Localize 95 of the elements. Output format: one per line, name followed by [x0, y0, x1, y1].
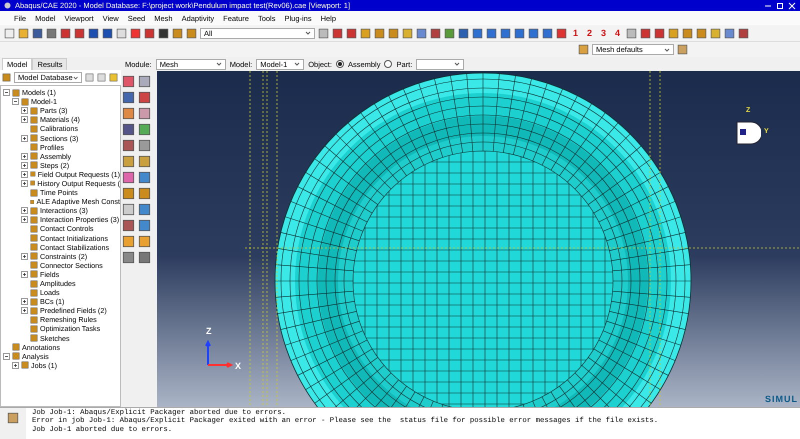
toolbar-icon[interactable] — [668, 28, 680, 38]
tool-icon[interactable] — [122, 75, 135, 88]
toolbar-icon[interactable] — [654, 28, 666, 38]
caret-icon — [454, 61, 460, 67]
toolbar-icon[interactable] — [186, 28, 197, 38]
toolbar-icon[interactable] — [116, 28, 127, 38]
toolbar-icon[interactable] — [74, 28, 85, 38]
toolbar-icon[interactable] — [374, 28, 385, 38]
radio-button[interactable] — [336, 60, 344, 68]
toolbar-icon[interactable] — [346, 28, 357, 38]
expand-box[interactable] — [21, 107, 28, 114]
caret-icon — [216, 61, 222, 67]
expand-box[interactable] — [21, 216, 28, 224]
expand-box[interactable] — [21, 270, 28, 278]
toolbar-icon[interactable] — [416, 28, 427, 38]
axis-label: Z — [206, 326, 212, 336]
tool-icon[interactable] — [138, 251, 151, 264]
caret-icon — [294, 61, 300, 67]
toolbar-icon[interactable] — [4, 28, 15, 38]
toolbar-icon[interactable] — [444, 28, 455, 38]
toolbar-icon[interactable] — [388, 28, 399, 38]
toolbar-icon[interactable] — [130, 28, 141, 38]
tool-icon[interactable] — [138, 203, 151, 216]
expand-box[interactable] — [12, 362, 19, 369]
tool-icon[interactable] — [138, 75, 151, 88]
toolbar-icon[interactable] — [332, 28, 343, 38]
expand-box[interactable] — [21, 134, 28, 142]
tool-icon[interactable] — [122, 219, 135, 232]
caret-icon — [72, 74, 78, 80]
tool-icon[interactable] — [138, 219, 151, 232]
expand-box[interactable] — [21, 307, 28, 314]
caret-icon — [664, 46, 670, 52]
tool-icon[interactable] — [138, 107, 151, 120]
caret-icon — [305, 30, 311, 36]
tool-icon[interactable] — [122, 251, 135, 264]
collapse-box[interactable] — [3, 89, 10, 96]
view-cube-icon[interactable] — [735, 120, 761, 146]
expand-box[interactable] — [21, 116, 28, 124]
toolbar-icon[interactable] — [60, 28, 71, 38]
toolbar-icon[interactable] — [46, 28, 57, 38]
toolbar-icon[interactable] — [738, 28, 750, 38]
tool-icon[interactable] — [122, 91, 135, 104]
toolbar-icon[interactable] — [172, 28, 183, 38]
maximize-icon[interactable] — [776, 2, 784, 10]
viewport-number-button[interactable]: 4 — [612, 28, 624, 38]
radio-button[interactable] — [384, 60, 392, 68]
toolbar-icon[interactable] — [682, 28, 694, 38]
toolbar-icon[interactable] — [430, 28, 441, 38]
tool-icon[interactable] — [138, 155, 151, 168]
toolbar-icon[interactable] — [626, 28, 638, 38]
logo-text: SIMUL — [765, 394, 798, 404]
toolbar-icon[interactable] — [724, 28, 736, 38]
toolbar-icon[interactable] — [18, 28, 29, 38]
tool-icon[interactable] — [122, 187, 135, 200]
tool-icon[interactable] — [138, 91, 151, 104]
toolbar-icon[interactable] — [710, 28, 722, 38]
tool-icon[interactable] — [138, 235, 151, 248]
toolbar-icon[interactable] — [696, 28, 708, 38]
toolbar-icon[interactable] — [458, 28, 469, 38]
tool-icon[interactable] — [122, 203, 135, 216]
expand-box[interactable] — [21, 207, 28, 214]
tool-icon[interactable] — [122, 107, 135, 120]
expand-box[interactable] — [21, 152, 28, 160]
expand-box[interactable] — [21, 298, 28, 306]
toolbar-icon[interactable] — [640, 28, 652, 38]
close-icon[interactable] — [788, 2, 796, 10]
tool-icon[interactable] — [122, 235, 135, 248]
toolbar-icon[interactable] — [32, 28, 43, 38]
tool-icon[interactable] — [122, 171, 135, 184]
tool-icon[interactable] — [138, 171, 151, 184]
tool-icon[interactable] — [122, 123, 135, 136]
tool-icon[interactable] — [138, 123, 151, 136]
toolbar-icon[interactable] — [102, 28, 113, 38]
axis-label: X — [235, 361, 242, 371]
axis-triad-drawing — [204, 339, 234, 369]
toolbar-icon[interactable] — [402, 28, 413, 38]
expand-box[interactable] — [21, 252, 28, 260]
toolbar-icon[interactable] — [360, 28, 371, 38]
collapse-box[interactable] — [3, 352, 10, 360]
tool-icon[interactable] — [122, 155, 135, 168]
toolbar-icon[interactable] — [318, 28, 329, 38]
toolbar-icon[interactable] — [144, 28, 155, 38]
tool-icon[interactable] — [122, 139, 135, 152]
viewport-number-button[interactable]: 1 — [570, 28, 582, 38]
expand-box[interactable] — [21, 162, 28, 169]
app-icon — [4, 2, 11, 9]
collapse-box[interactable] — [12, 98, 19, 106]
expand-box[interactable] — [21, 180, 28, 187]
tool-icon[interactable] — [138, 139, 151, 152]
viewport-number-button[interactable]: 3 — [598, 28, 610, 38]
toolbar-icon[interactable] — [158, 28, 169, 38]
toolbar-icon[interactable] — [88, 28, 99, 38]
viewport-number-button[interactable]: 2 — [584, 28, 596, 38]
expand-box[interactable] — [21, 170, 28, 178]
tool-icon[interactable] — [138, 187, 151, 200]
